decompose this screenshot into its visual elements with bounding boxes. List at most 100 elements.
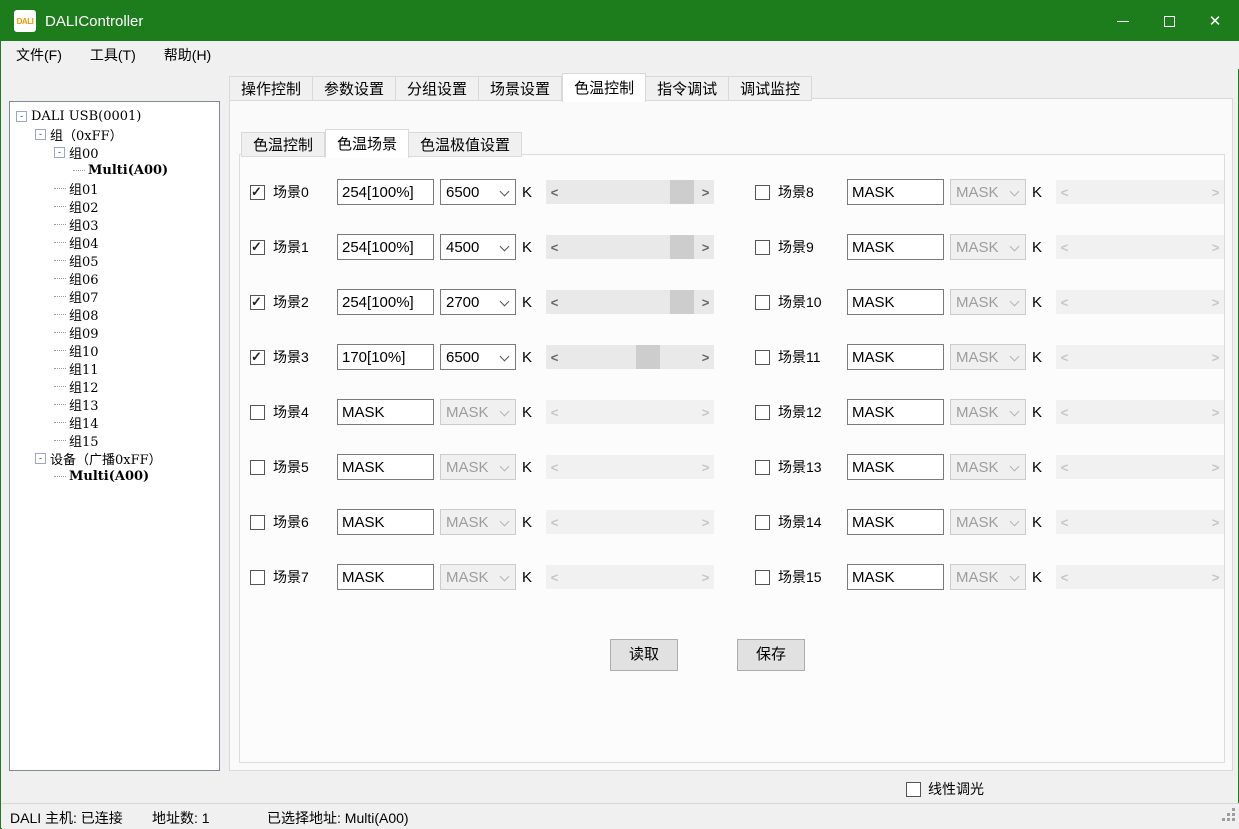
scroll-right-icon[interactable]: > — [1207, 290, 1224, 314]
tree-node[interactable]: Multi(A00) — [10, 467, 219, 485]
scene-checkbox[interactable] — [755, 405, 770, 420]
minimize-button[interactable] — [1100, 1, 1146, 41]
scene-level-input[interactable] — [337, 344, 434, 370]
scene-slider[interactable]: <> — [546, 510, 714, 534]
scroll-left-icon[interactable]: < — [1056, 180, 1073, 204]
scroll-left-icon[interactable]: < — [1056, 290, 1073, 314]
menu-item-1[interactable]: 工具(T) — [76, 41, 150, 69]
tree-node[interactable]: 组06 — [10, 269, 219, 287]
scroll-left-icon[interactable]: < — [1056, 510, 1073, 534]
scene-slider[interactable]: <> — [1056, 565, 1224, 589]
scroll-left-icon[interactable]: < — [546, 235, 563, 259]
tree-node[interactable]: 组04 — [10, 233, 219, 251]
scene-temp-dropdown[interactable]: 2700 — [440, 289, 516, 315]
scene-checkbox[interactable] — [250, 350, 265, 365]
tree-node[interactable]: 组13 — [10, 395, 219, 413]
scene-checkbox[interactable] — [250, 570, 265, 585]
scroll-left-icon[interactable]: < — [1056, 455, 1073, 479]
tree-node[interactable]: -设备（广播0xFF） — [10, 449, 219, 467]
tree-expander-icon[interactable]: - — [35, 129, 46, 140]
scroll-left-icon[interactable]: < — [1056, 400, 1073, 424]
tree-expander-icon[interactable]: - — [54, 147, 65, 158]
scroll-right-icon[interactable]: > — [1207, 400, 1224, 424]
scene-slider[interactable]: <> — [1056, 180, 1224, 204]
tree-node[interactable]: 组08 — [10, 305, 219, 323]
scene-checkbox[interactable] — [755, 350, 770, 365]
scroll-left-icon[interactable]: < — [546, 180, 563, 204]
scene-checkbox[interactable] — [250, 185, 265, 200]
slider-thumb[interactable] — [670, 235, 694, 259]
subtab-1[interactable]: 色温场景 — [325, 129, 409, 158]
scene-level-input[interactable] — [847, 454, 944, 480]
scene-level-input[interactable] — [847, 509, 944, 535]
scene-temp-dropdown[interactable]: MASK — [950, 564, 1026, 590]
scene-temp-dropdown[interactable]: MASK — [440, 399, 516, 425]
scroll-left-icon[interactable]: < — [546, 290, 563, 314]
tab-1[interactable]: 参数设置 — [313, 76, 396, 101]
scene-temp-dropdown[interactable]: MASK — [440, 564, 516, 590]
scene-level-input[interactable] — [337, 234, 434, 260]
scene-temp-dropdown[interactable]: MASK — [950, 344, 1026, 370]
scene-slider[interactable]: <> — [546, 235, 714, 259]
scene-checkbox[interactable] — [250, 460, 265, 475]
tab-0[interactable]: 操作控制 — [229, 76, 313, 101]
tree-node[interactable]: -DALI USB(0001) — [10, 107, 219, 125]
scroll-left-icon[interactable]: < — [1056, 235, 1073, 259]
read-button[interactable]: 读取 — [610, 639, 678, 671]
scene-checkbox[interactable] — [250, 240, 265, 255]
menu-item-0[interactable]: 文件(F) — [2, 41, 76, 69]
tree-node[interactable]: 组03 — [10, 215, 219, 233]
tree-node[interactable]: 组01 — [10, 179, 219, 197]
scene-level-input[interactable] — [337, 399, 434, 425]
scroll-right-icon[interactable]: > — [1207, 565, 1224, 589]
scene-level-input[interactable] — [847, 399, 944, 425]
scene-level-input[interactable] — [847, 289, 944, 315]
scroll-right-icon[interactable]: > — [697, 510, 714, 534]
scene-level-input[interactable] — [337, 454, 434, 480]
tab-6[interactable]: 调试监控 — [729, 76, 812, 101]
tab-5[interactable]: 指令调试 — [646, 76, 729, 101]
scene-level-input[interactable] — [337, 564, 434, 590]
scene-checkbox[interactable] — [755, 295, 770, 310]
scroll-left-icon[interactable]: < — [546, 400, 563, 424]
scene-slider[interactable]: <> — [1056, 510, 1224, 534]
tree-expander-icon[interactable]: - — [16, 111, 27, 122]
scene-level-input[interactable] — [847, 344, 944, 370]
tree-node[interactable]: 组11 — [10, 359, 219, 377]
scroll-right-icon[interactable]: > — [1207, 510, 1224, 534]
scene-level-input[interactable] — [337, 509, 434, 535]
scene-slider[interactable]: <> — [1056, 290, 1224, 314]
tree-node[interactable]: 组14 — [10, 413, 219, 431]
scene-slider[interactable]: <> — [546, 400, 714, 424]
scroll-right-icon[interactable]: > — [697, 235, 714, 259]
scroll-right-icon[interactable]: > — [697, 290, 714, 314]
scroll-right-icon[interactable]: > — [697, 400, 714, 424]
scene-slider[interactable]: <> — [1056, 345, 1224, 369]
subtab-0[interactable]: 色温控制 — [241, 132, 325, 157]
scene-checkbox[interactable] — [755, 570, 770, 585]
tab-2[interactable]: 分组设置 — [396, 76, 479, 101]
scroll-right-icon[interactable]: > — [697, 180, 714, 204]
scroll-right-icon[interactable]: > — [697, 455, 714, 479]
scene-checkbox[interactable] — [250, 405, 265, 420]
resize-grip[interactable] — [1232, 808, 1235, 811]
scene-checkbox[interactable] — [755, 515, 770, 530]
tab-4[interactable]: 色温控制 — [562, 73, 646, 102]
scene-temp-dropdown[interactable]: MASK — [440, 509, 516, 535]
scene-level-input[interactable] — [847, 179, 944, 205]
scene-slider[interactable]: <> — [546, 455, 714, 479]
scroll-left-icon[interactable]: < — [546, 345, 563, 369]
scene-temp-dropdown[interactable]: 6500 — [440, 344, 516, 370]
scene-level-input[interactable] — [337, 179, 434, 205]
slider-thumb[interactable] — [670, 180, 694, 204]
scene-slider[interactable]: <> — [546, 565, 714, 589]
scroll-right-icon[interactable]: > — [1207, 455, 1224, 479]
tree-expander-icon[interactable]: - — [35, 453, 46, 464]
scene-slider[interactable]: <> — [1056, 400, 1224, 424]
scene-temp-dropdown[interactable]: 6500 — [440, 179, 516, 205]
scene-temp-dropdown[interactable]: MASK — [440, 454, 516, 480]
slider-thumb[interactable] — [670, 290, 694, 314]
scroll-left-icon[interactable]: < — [546, 455, 563, 479]
tree-node[interactable]: 组07 — [10, 287, 219, 305]
scene-level-input[interactable] — [337, 289, 434, 315]
